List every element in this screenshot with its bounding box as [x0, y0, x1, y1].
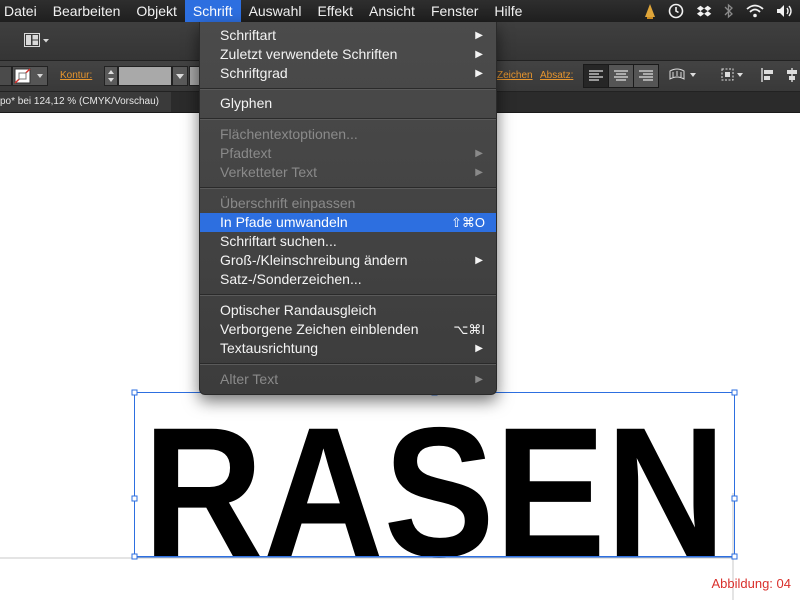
selection-handle: [131, 495, 138, 502]
menu-hilfe[interactable]: Hilfe: [486, 0, 530, 22]
menu-item-textausrichtung[interactable]: Textausrichtung ▶: [200, 339, 496, 358]
submenu-arrow-icon: ▶: [475, 255, 483, 266]
menu-item-verborgene-zeichen-einblenden[interactable]: Verborgene Zeichen einblenden ⌥⌘I: [200, 320, 496, 339]
menu-item-label: Glyphen: [220, 95, 273, 111]
submenu-arrow-icon: ▶: [475, 30, 483, 41]
menu-item-label: Schriftart: [220, 27, 277, 43]
menu-item-optischer-randausgleich[interactable]: Optischer Randausgleich: [200, 301, 496, 320]
menu-item-label: Zuletzt verwendete Schriften: [220, 46, 398, 62]
warp-text-icon[interactable]: [668, 67, 700, 88]
menu-separator: [200, 294, 496, 296]
stroke-weight-stepper[interactable]: [104, 66, 118, 86]
align-objects-left-icon[interactable]: [760, 67, 776, 88]
menu-item-label: Flächentextoptionen...: [220, 126, 358, 142]
menu-item-zuletzt-verwendete-schriften[interactable]: Zuletzt verwendete Schriften ▶: [200, 45, 496, 64]
selection-handle: [731, 389, 738, 396]
wifi-icon[interactable]: [746, 4, 764, 18]
menu-item-label: Verborgene Zeichen einblenden: [220, 321, 419, 337]
menu-objekt[interactable]: Objekt: [128, 0, 184, 22]
menu-separator: [200, 118, 496, 120]
absatz-label[interactable]: Absatz:: [540, 70, 573, 81]
menu-ansicht[interactable]: Ansicht: [361, 0, 423, 22]
menu-item-schriftgrad[interactable]: Schriftgrad ▶: [200, 64, 496, 83]
status-area: [644, 0, 794, 22]
align-center-button[interactable]: [608, 64, 634, 88]
stroke-weight-field[interactable]: [118, 66, 172, 86]
menu-item-shortcut: ⇧⌘O: [450, 215, 485, 230]
submenu-arrow-icon: ▶: [475, 167, 483, 178]
menu-item-verketteter-text: Verketteter Text ▶: [200, 163, 496, 182]
menu-effekt[interactable]: Effekt: [309, 0, 361, 22]
menu-item-label: Textausrichtung: [220, 340, 319, 356]
align-right-button[interactable]: [633, 64, 659, 88]
selection-handle: [731, 553, 738, 560]
zeichen-label[interactable]: Zeichen: [497, 70, 533, 81]
menu-item-in-pfade-umwandeln[interactable]: In Pfade umwandeln ⇧⌘O: [200, 213, 496, 232]
menu-item-satz-sonderzeichen[interactable]: Satz-/Sonderzeichen...: [200, 270, 496, 289]
stroke-weight-dropdown[interactable]: [172, 66, 188, 86]
menu-item-label: Schriftart suchen...: [220, 233, 337, 249]
fill-swatch-dropdown[interactable]: [0, 66, 12, 86]
menu-datei[interactable]: Datei: [0, 0, 45, 22]
menu-bar: Datei Bearbeiten Objekt Schrift Auswahl …: [0, 0, 800, 22]
menu-item-gross-kleinschreibung-aendern[interactable]: Groß-/Kleinschreibung ändern ▶: [200, 251, 496, 270]
align-left-button[interactable]: [583, 64, 609, 88]
stroke-swatch-dropdown[interactable]: [12, 66, 48, 86]
menu-item-label: Satz-/Sonderzeichen...: [220, 271, 362, 287]
menu-item-schriftart-suchen[interactable]: Schriftart suchen...: [200, 232, 496, 251]
menu-item-pfadtext: Pfadtext ▶: [200, 144, 496, 163]
menu-item-shortcut: ⌥⌘I: [453, 322, 485, 337]
menu-item-schriftart[interactable]: Schriftart ▶: [200, 26, 496, 45]
arrange-documents-icon[interactable]: [24, 33, 50, 54]
document-tab[interactable]: po* bei 124,12 % (CMYK/Vorschau): [0, 92, 171, 112]
menu-separator: [200, 88, 496, 90]
submenu-arrow-icon: ▶: [475, 49, 483, 60]
menu-schrift[interactable]: Schrift: [184, 0, 241, 22]
menu-separator: [200, 187, 496, 189]
selection-handle: [131, 389, 138, 396]
menu-item-label: Schriftgrad: [220, 65, 288, 81]
kontur-label: Kontur:: [60, 70, 93, 81]
dropbox-icon[interactable]: [696, 3, 712, 19]
artwork-text: RASEN: [143, 390, 726, 596]
menu-fenster[interactable]: Fenster: [423, 0, 486, 22]
adobe-icon[interactable]: [644, 3, 656, 19]
menu-item-flaechentextoptionen: Flächentextoptionen...: [200, 125, 496, 144]
selection-handle: [731, 495, 738, 502]
volume-icon[interactable]: [776, 4, 794, 18]
menu-item-label: Pfadtext: [220, 145, 272, 161]
menu-item-label: Groß-/Kleinschreibung ändern: [220, 252, 408, 268]
transform-icon[interactable]: [720, 67, 748, 88]
align-objects-center-icon[interactable]: [784, 67, 800, 88]
menu-auswahl[interactable]: Auswahl: [241, 0, 310, 22]
submenu-arrow-icon: ▶: [475, 343, 483, 354]
figure-caption: Abbildung: 04: [711, 576, 791, 591]
menu-item-glyphen[interactable]: Glyphen: [200, 94, 496, 113]
menu-bearbeiten[interactable]: Bearbeiten: [45, 0, 129, 22]
submenu-arrow-icon: ▶: [475, 68, 483, 79]
selection-handle: [131, 553, 138, 560]
menu-item-ueberschrift-einpassen: Überschrift einpassen: [200, 194, 496, 213]
submenu-arrow-icon: ▶: [475, 374, 483, 385]
menu-item-label: Verketteter Text: [220, 164, 318, 180]
menu-item-label: Alter Text: [220, 371, 279, 387]
schrift-menu: Schriftart ▶ Zuletzt verwendete Schrifte…: [199, 22, 497, 395]
timemachine-icon[interactable]: [668, 3, 684, 19]
menu-item-label: Optischer Randausgleich: [220, 302, 377, 318]
menu-separator: [200, 363, 496, 365]
menu-item-label: Überschrift einpassen: [220, 195, 356, 211]
menu-item-label: In Pfade umwandeln: [220, 214, 348, 230]
menu-item-alter-text: Alter Text ▶: [200, 370, 496, 389]
submenu-arrow-icon: ▶: [475, 148, 483, 159]
bluetooth-icon[interactable]: [724, 3, 734, 19]
